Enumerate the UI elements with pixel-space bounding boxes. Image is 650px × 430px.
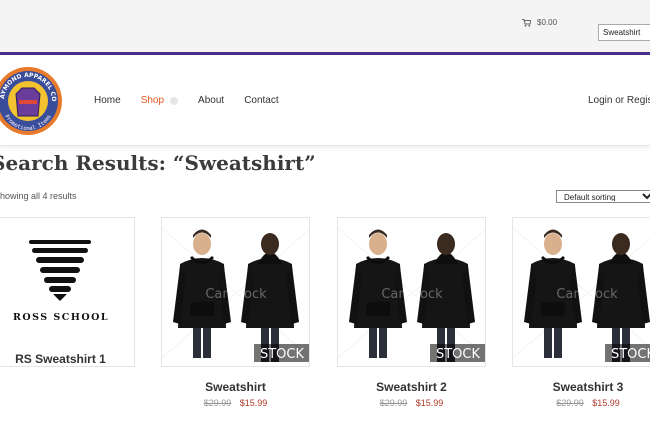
page-title: Search Results: “Sweatshirt” [0, 151, 316, 175]
ross-school-logo-icon: ROSS SCHOOL [13, 240, 109, 323]
result-count: Showing all 4 results [0, 191, 77, 201]
product-name-3[interactable]: Sweatshirt 2 [337, 380, 486, 394]
cart-link[interactable]: $0.00 [522, 18, 557, 27]
product-price-2: $29.99 $15.99 [161, 398, 310, 408]
product-image-3[interactable]: CanStock STOCK [337, 217, 486, 367]
product-name-2[interactable]: Sweatshirt [161, 380, 310, 394]
canstock-watermark: CanStock [205, 287, 267, 302]
product-price-4: $29.99 $15.99 [480, 398, 650, 408]
product-image-1[interactable]: ROSS SCHOOL [0, 217, 135, 367]
stock-watermark: STOCK [436, 347, 481, 362]
nav-contact[interactable]: Contact [244, 95, 278, 106]
old-price: $29.99 [379, 398, 408, 408]
old-price: $29.99 [556, 398, 584, 408]
sorting-select[interactable]: Default sorting [556, 190, 650, 203]
product-image-4[interactable]: CanStock STOCK [512, 217, 650, 367]
site-logo[interactable]: RAYMOND APPAREL CO. Promotional Items [0, 64, 64, 138]
cart-icon [522, 18, 531, 27]
hoodie-model-icon: CanStock STOCK [162, 227, 309, 362]
nav-shop[interactable]: Shop [140, 95, 179, 106]
product-name-4[interactable]: Sweatshirt 3 [480, 380, 650, 394]
sale-price: $15.99 [592, 398, 620, 408]
sale-price: $15.99 [239, 398, 268, 408]
nav-about[interactable]: About [198, 95, 224, 106]
sale-price: $15.99 [415, 398, 444, 408]
canstock-watermark: CanStock [381, 287, 443, 302]
product-price-3: $29.99 $15.99 [337, 398, 486, 408]
search-input[interactable] [598, 24, 650, 41]
stock-watermark: STOCK [611, 347, 650, 362]
old-price: $29.99 [203, 398, 232, 408]
dropdown-indicator-icon [170, 96, 179, 105]
login-register-link[interactable]: Login or Register [588, 95, 650, 106]
cart-total: $0.00 [537, 18, 558, 27]
top-bar: $0.00 [0, 0, 650, 55]
ross-school-logo-text: ROSS SCHOOL [13, 312, 109, 323]
nav-home[interactable]: Home [94, 95, 121, 106]
stock-watermark: STOCK [260, 347, 305, 362]
canstock-watermark: CanStock [556, 287, 618, 302]
site-header: RAYMOND APPAREL CO. Promotional Items Ho… [0, 58, 650, 146]
hoodie-model-icon: CanStock STOCK [338, 227, 485, 362]
nav-shop-label: Shop [140, 95, 165, 106]
main-nav: Home Shop About Contact [94, 95, 279, 106]
product-image-2[interactable]: CanStock STOCK [161, 217, 310, 367]
hoodie-model-icon: CanStock STOCK [513, 227, 650, 362]
product-name-1[interactable]: RS Sweatshirt 1 [0, 352, 135, 366]
